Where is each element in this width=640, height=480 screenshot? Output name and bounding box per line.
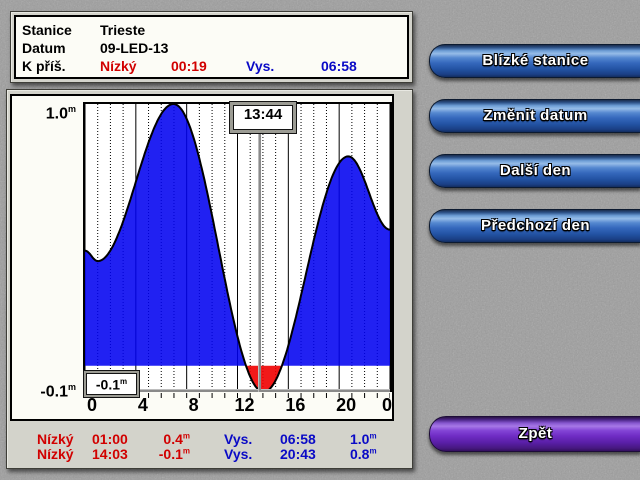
button-label: Předchozí den: [430, 210, 640, 242]
extreme-time: 01:00: [92, 431, 128, 447]
extreme-type: Nízký: [37, 431, 74, 447]
nearby-stations-button[interactable]: Blízké stanice: [429, 44, 640, 78]
date-value: 09-LED-13: [100, 40, 168, 56]
extreme-type: Vys.: [224, 446, 252, 462]
extreme-height: 0.8m: [350, 446, 377, 462]
extreme-height: -0.1m: [142, 446, 190, 462]
x-axis-tick-label: 12: [234, 395, 254, 416]
next-high-time: 06:58: [321, 58, 357, 74]
x-axis-tick-label: 0: [382, 395, 392, 416]
next-high-label: Vys.: [246, 58, 274, 74]
change-date-button[interactable]: Změnit datum: [429, 99, 640, 133]
button-label: Blízké stanice: [430, 45, 640, 77]
next-day-button[interactable]: Další den: [429, 154, 640, 188]
tide-curve-chart: [85, 104, 390, 392]
date-label: Datum: [22, 40, 66, 56]
extreme-time: 14:03: [92, 446, 128, 462]
cursor-time-box: 13:44: [230, 102, 296, 133]
x-axis-tick-label: 16: [285, 395, 305, 416]
next-low-time: 00:19: [171, 58, 207, 74]
station-value: Trieste: [100, 22, 145, 38]
back-button[interactable]: Zpět: [429, 416, 640, 452]
cursor-height-box: -0.1m: [84, 371, 139, 397]
cursor-time-value: 13:44: [244, 106, 282, 123]
y-axis-max-label: 1.0m: [12, 104, 76, 123]
tide-plot-area[interactable]: [83, 102, 392, 392]
x-axis-tick-label: 0: [87, 395, 97, 416]
y-axis-min-label: -0.1m: [12, 382, 76, 401]
button-label: Další den: [430, 155, 640, 187]
cursor-height-value: -0.1: [96, 377, 120, 393]
tide-chart-panel: 1.0m -0.1m 13:44 -0.1m 0481216200 Nízký …: [6, 89, 413, 469]
extreme-time: 06:58: [280, 431, 316, 447]
station-info-inner: Stanice Trieste Datum 09-LED-13 K příš. …: [14, 15, 409, 79]
extreme-type: Vys.: [224, 431, 252, 447]
station-info-panel: Stanice Trieste Datum 09-LED-13 K příš. …: [10, 11, 413, 83]
previous-day-button[interactable]: Předchozí den: [429, 209, 640, 243]
next-low-label: Nízký: [100, 58, 137, 74]
station-label: Stanice: [22, 22, 72, 38]
x-axis-tick-label: 20: [336, 395, 356, 416]
button-label: Zpět: [430, 417, 640, 451]
next-tide-label: K příš.: [22, 58, 66, 74]
extreme-height: 0.4m: [142, 431, 190, 447]
extreme-time: 20:43: [280, 446, 316, 462]
tide-chart-box: 1.0m -0.1m 13:44 -0.1m 0 4 8 12 16 20 0: [10, 94, 394, 421]
button-label: Změnit datum: [430, 100, 640, 132]
extreme-type: Nízký: [37, 446, 74, 462]
x-axis-tick-label: 8: [189, 395, 199, 416]
x-axis-tick-label: 4: [138, 395, 148, 416]
extreme-height: 1.0m: [350, 431, 377, 447]
